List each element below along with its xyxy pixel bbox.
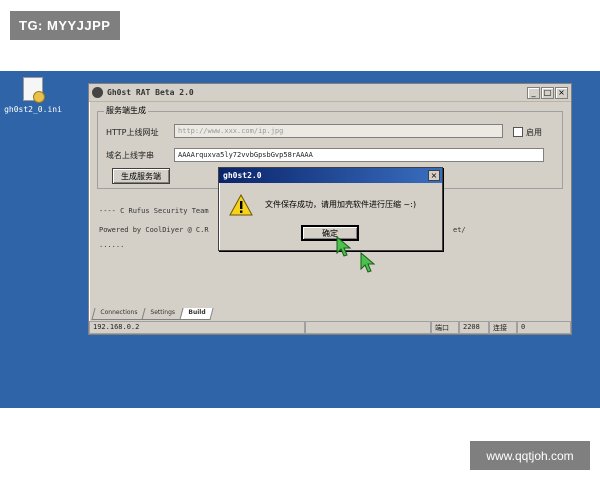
status-bar: 192.168.0.2 端口 2208 连接 0: [89, 321, 571, 334]
app-icon: [92, 87, 103, 98]
dialog-message: 文件保存成功，请用加壳软件进行压缩 ~:): [265, 200, 417, 209]
domain-string-input[interactable]: AAAArquxva5ly72vvbGpsbGvp58rAAAA: [174, 148, 544, 162]
generate-server-button[interactable]: 生成服务端: [112, 168, 170, 184]
desktop-file-icon[interactable]: gh0st2_0.ini: [4, 77, 62, 114]
log-line-2: Powered by CoolDiyer @ C.R: [99, 226, 209, 234]
group-title: 服务端生成: [104, 105, 148, 116]
tab-settings[interactable]: Settings: [141, 308, 184, 320]
watermark-bottom: www.qqtjoh.com: [470, 441, 590, 470]
tab-settings-label: Settings: [150, 309, 176, 316]
window-titlebar[interactable]: Gh0st RAT Beta 2.0 _ □ ×: [89, 84, 571, 102]
minimize-button[interactable]: _: [527, 86, 540, 99]
maximize-button[interactable]: □: [541, 86, 554, 99]
tab-connections-label: Connections: [100, 309, 138, 316]
save-success-dialog: gh0st2.0 × 文件保存成功，请用加壳软件进行压缩 ~:) 确定: [218, 167, 443, 251]
window-title: Gh0st RAT Beta 2.0: [107, 88, 194, 97]
domain-string-label: 域名上线字串: [106, 151, 154, 160]
dialog-titlebar[interactable]: gh0st2.0 ×: [219, 168, 442, 183]
cursor-arrow-icon-2: [360, 252, 376, 273]
tab-strip: Connections Settings Build: [91, 308, 214, 320]
status-conn-label: 连接: [489, 321, 517, 334]
dialog-close-button[interactable]: ×: [428, 170, 440, 181]
status-spacer: [305, 321, 431, 334]
warning-icon: [229, 194, 253, 216]
status-port-value: 2208: [459, 321, 489, 334]
close-button[interactable]: ×: [555, 86, 568, 99]
watermark-top: TG: MYYJJPP: [10, 11, 120, 40]
enable-http-checkbox[interactable]: [513, 127, 523, 137]
enable-label: 启用: [526, 128, 542, 137]
log-line-1: ---- C Rufus Security Team: [99, 207, 209, 215]
status-conn-value: 0: [517, 321, 571, 334]
log-line-3: ......: [99, 241, 125, 249]
desktop-file-label: gh0st2_0.ini: [4, 105, 62, 114]
status-port-label: 端口: [431, 321, 459, 334]
tab-build[interactable]: Build: [179, 308, 214, 320]
cursor-arrow-icon: [336, 236, 352, 257]
tab-build-label: Build: [188, 309, 206, 316]
http-url-label: HTTP上线网址: [106, 128, 159, 137]
log-line-fragment: et/: [453, 226, 466, 234]
ini-file-icon: [23, 77, 45, 103]
http-url-input[interactable]: http://www.xxx.com/ip.jpg: [174, 124, 503, 138]
tab-connections[interactable]: Connections: [91, 308, 146, 320]
status-ip: 192.168.0.2: [89, 321, 305, 334]
dialog-title: gh0st2.0: [223, 171, 262, 180]
